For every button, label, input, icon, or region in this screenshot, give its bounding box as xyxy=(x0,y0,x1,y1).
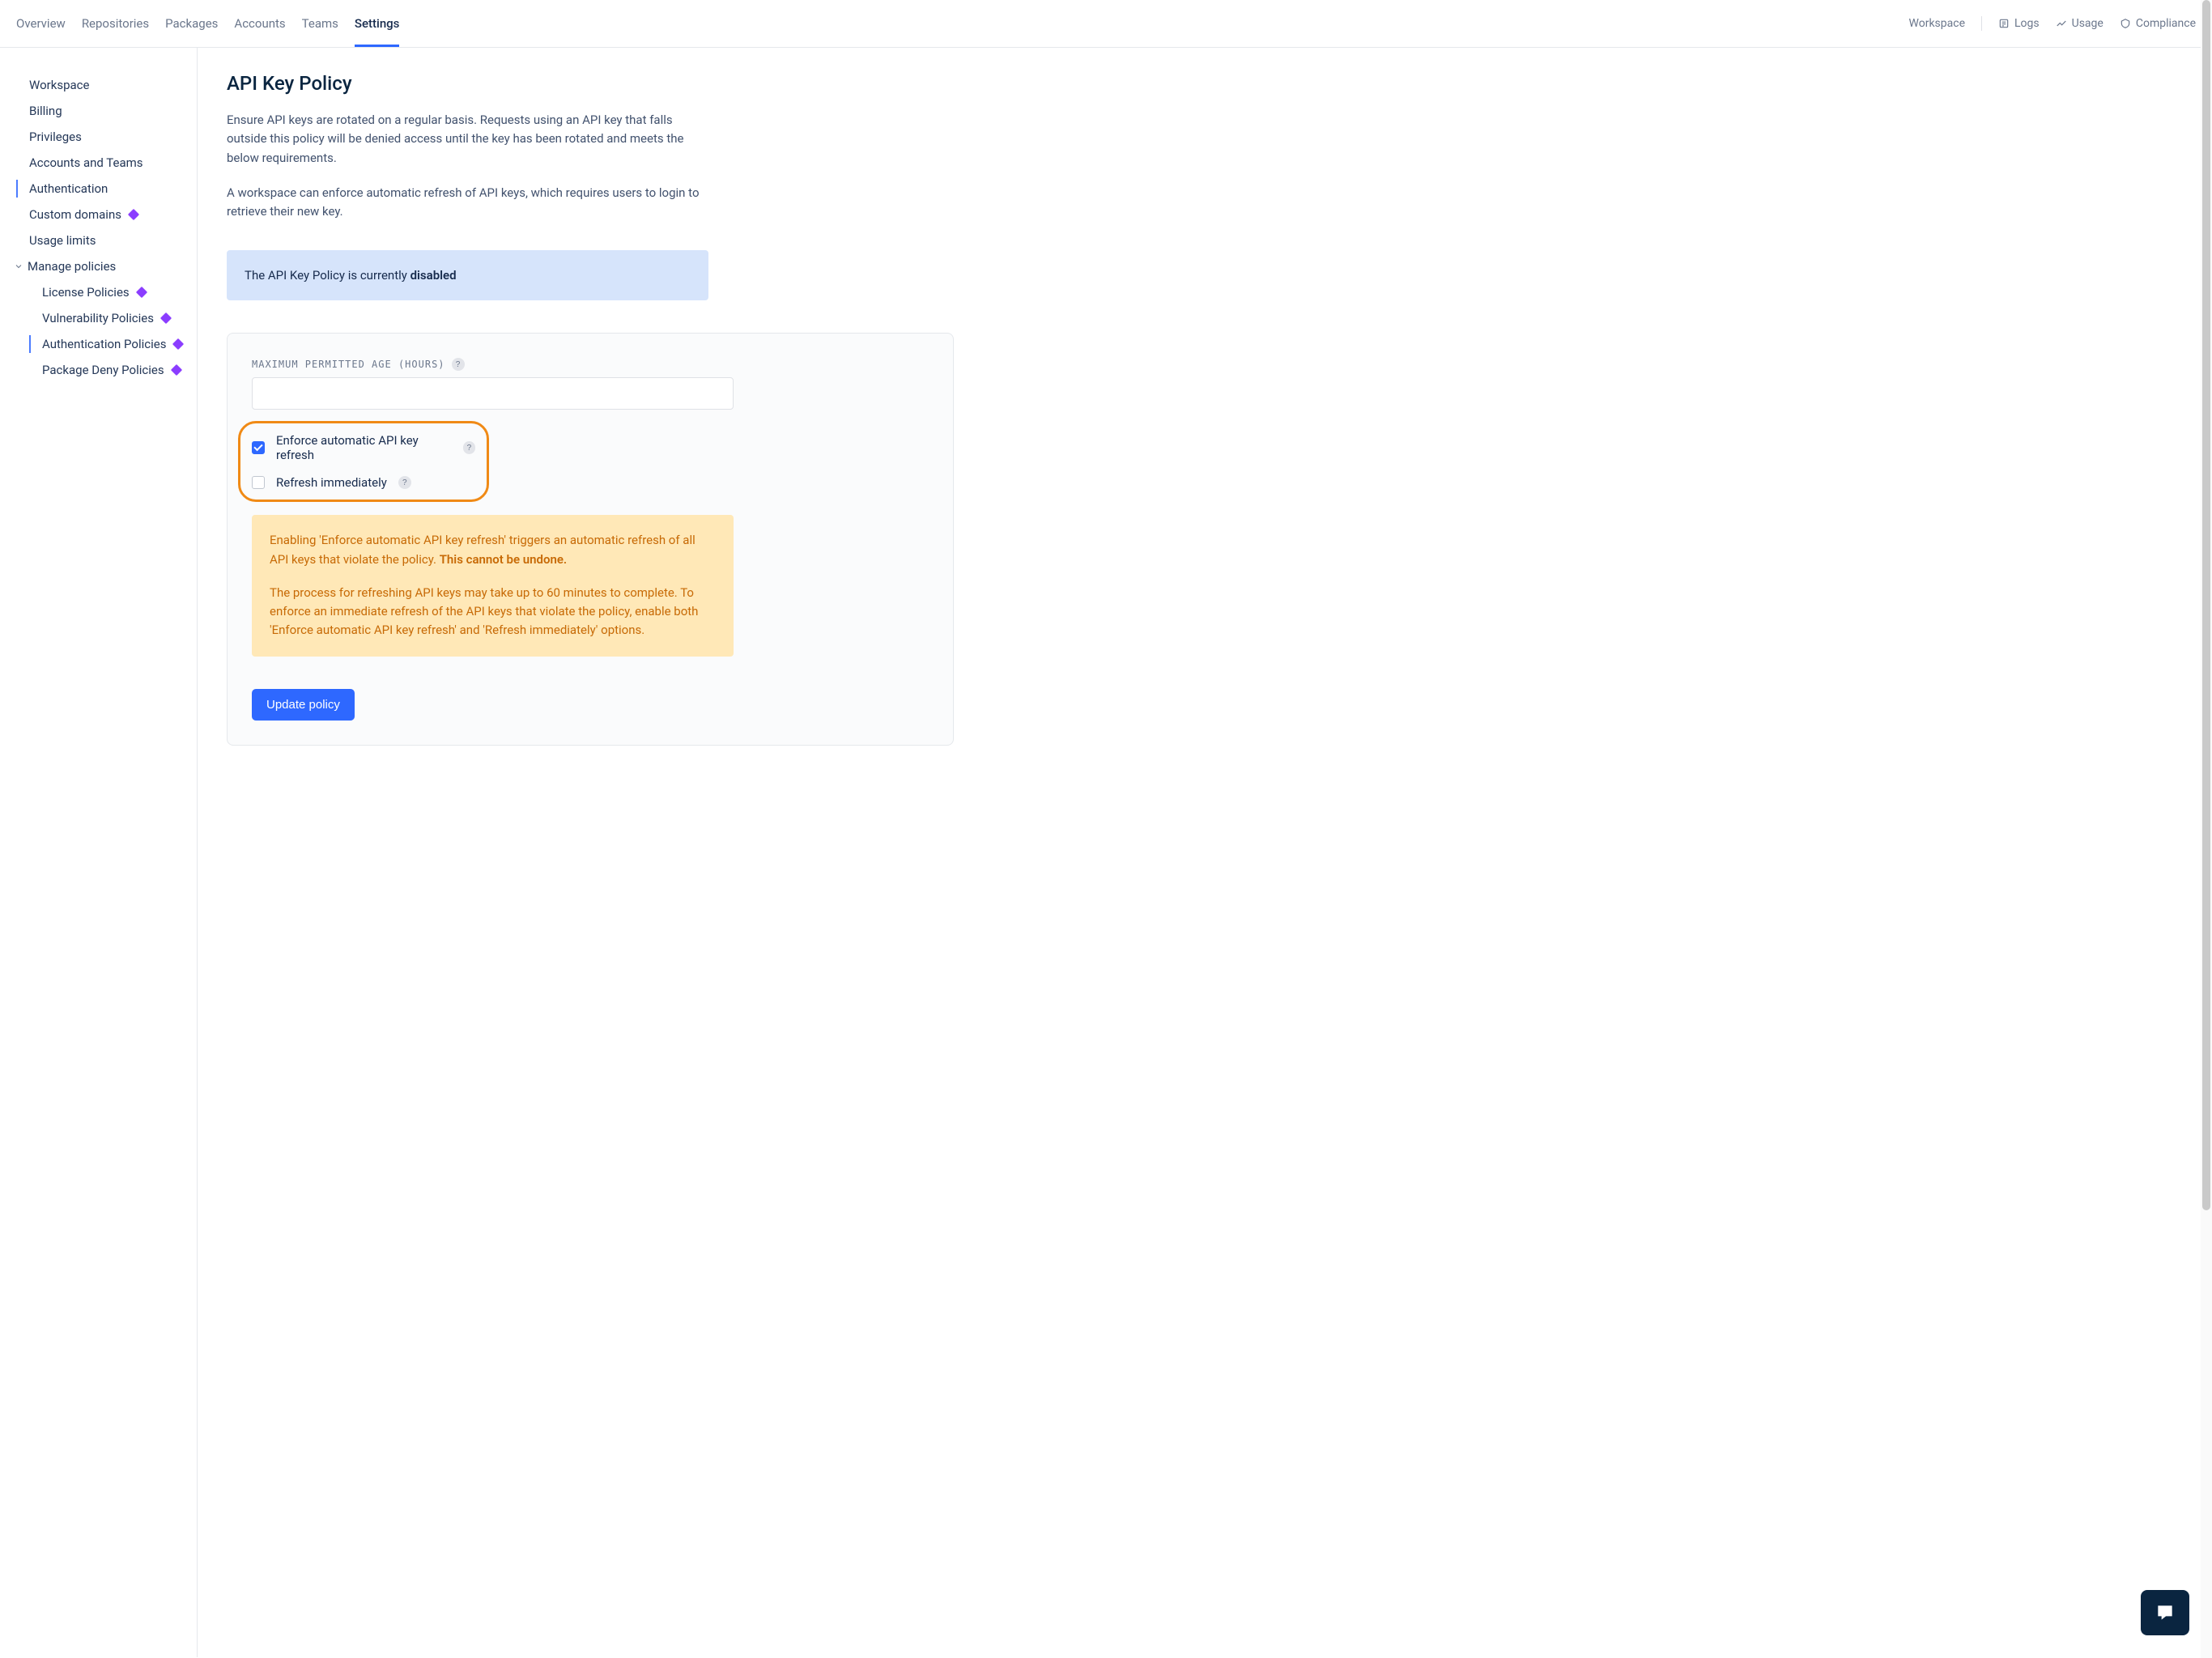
sidebar-item-label: Package Deny Policies xyxy=(42,363,164,377)
premium-diamond-icon xyxy=(160,312,172,324)
scrollbar-thumb[interactable] xyxy=(2202,0,2210,1210)
main-content: API Key Policy Ensure API keys are rotat… xyxy=(198,48,983,1657)
warning-text-2: The process for refreshing API keys may … xyxy=(270,584,716,640)
banner-status: disabled xyxy=(410,268,457,283)
usage-label: Usage xyxy=(2072,17,2104,30)
policy-status-banner: The API Key Policy is currently disabled xyxy=(227,250,708,300)
chat-widget-button[interactable] xyxy=(2141,1590,2189,1635)
sidebar-item-workspace[interactable]: Workspace xyxy=(0,72,197,98)
refresh-immediately-checkbox[interactable] xyxy=(252,476,265,489)
usage-icon xyxy=(2056,18,2067,29)
field-label-text: MAXIMUM PERMITTED AGE (HOURS) xyxy=(252,359,445,370)
compliance-link[interactable]: Compliance xyxy=(2120,17,2196,30)
page-description-2: A workspace can enforce automatic refres… xyxy=(227,184,713,222)
logs-label: Logs xyxy=(2014,17,2040,30)
warning-banner: Enabling 'Enforce automatic API key refr… xyxy=(252,515,734,656)
sidebar-item-label: License Policies xyxy=(42,285,130,300)
sidebar-item-authentication-policies[interactable]: Authentication Policies xyxy=(0,331,197,357)
logs-link[interactable]: Logs xyxy=(1998,17,2040,30)
sidebar-item-package-deny-policies[interactable]: Package Deny Policies xyxy=(0,357,197,383)
logs-icon xyxy=(1998,18,2010,29)
refresh-immediately-label: Refresh immediately xyxy=(276,475,387,490)
sidebar-group-manage-policies[interactable]: Manage policies xyxy=(0,253,197,279)
premium-diamond-icon xyxy=(128,209,139,220)
top-nav: Overview Repositories Packages Accounts … xyxy=(0,0,2212,48)
compliance-label: Compliance xyxy=(2136,17,2196,30)
sidebar-item-label: Authentication Policies xyxy=(42,337,166,351)
max-age-input[interactable] xyxy=(252,377,734,410)
nav-accounts[interactable]: Accounts xyxy=(234,0,285,47)
divider xyxy=(1981,16,1982,31)
page-description-1: Ensure API keys are rotated on a regular… xyxy=(227,111,713,168)
sidebar-item-label: Vulnerability Policies xyxy=(42,311,154,325)
top-nav-right: Workspace Logs Usage Compliance xyxy=(1909,16,2197,31)
chat-icon xyxy=(2154,1602,2176,1623)
help-icon[interactable]: ? xyxy=(452,358,465,371)
sidebar-item-label: Custom domains xyxy=(29,207,121,222)
scrollbar[interactable] xyxy=(2201,0,2212,1658)
premium-diamond-icon xyxy=(172,338,184,350)
usage-link[interactable]: Usage xyxy=(2056,17,2104,30)
premium-diamond-icon xyxy=(171,364,182,376)
sidebar-item-vulnerability-policies[interactable]: Vulnerability Policies xyxy=(0,305,197,331)
top-nav-left: Overview Repositories Packages Accounts … xyxy=(16,0,399,47)
help-icon[interactable]: ? xyxy=(463,441,475,454)
nav-overview[interactable]: Overview xyxy=(16,0,66,47)
highlighted-options: Enforce automatic API key refresh ? Refr… xyxy=(238,421,489,502)
policy-form: MAXIMUM PERMITTED AGE (HOURS) ? Enforce … xyxy=(227,333,954,745)
max-age-label: MAXIMUM PERMITTED AGE (HOURS) ? xyxy=(252,358,929,371)
sidebar-group-label: Manage policies xyxy=(28,259,116,274)
sidebar-item-authentication[interactable]: Authentication xyxy=(0,176,197,202)
update-policy-button[interactable]: Update policy xyxy=(252,689,355,721)
sidebar-item-billing[interactable]: Billing xyxy=(0,98,197,124)
premium-diamond-icon xyxy=(136,287,147,298)
enforce-refresh-label: Enforce automatic API key refresh xyxy=(276,433,452,462)
enforce-refresh-checkbox[interactable] xyxy=(252,441,265,454)
sidebar-item-privileges[interactable]: Privileges xyxy=(0,124,197,150)
workspace-link[interactable]: Workspace xyxy=(1909,17,1966,30)
sidebar-item-accounts-teams[interactable]: Accounts and Teams xyxy=(0,150,197,176)
banner-prefix: The API Key Policy is currently xyxy=(245,268,410,283)
nav-repositories[interactable]: Repositories xyxy=(82,0,149,47)
warning-text-1b: This cannot be undone. xyxy=(440,552,567,567)
page-title: API Key Policy xyxy=(227,72,954,95)
sidebar-item-usage-limits[interactable]: Usage limits xyxy=(0,227,197,253)
sidebar-item-license-policies[interactable]: License Policies xyxy=(0,279,197,305)
settings-sidebar: Workspace Billing Privileges Accounts an… xyxy=(0,48,198,1657)
nav-teams[interactable]: Teams xyxy=(302,0,338,47)
chevron-down-icon xyxy=(13,261,24,272)
enforce-refresh-row: Enforce automatic API key refresh ? xyxy=(252,433,475,462)
sidebar-item-custom-domains[interactable]: Custom domains xyxy=(0,202,197,227)
refresh-immediately-row: Refresh immediately ? xyxy=(252,475,475,490)
help-icon[interactable]: ? xyxy=(398,476,411,489)
nav-packages[interactable]: Packages xyxy=(165,0,218,47)
compliance-icon xyxy=(2120,18,2131,29)
nav-settings[interactable]: Settings xyxy=(355,0,400,47)
